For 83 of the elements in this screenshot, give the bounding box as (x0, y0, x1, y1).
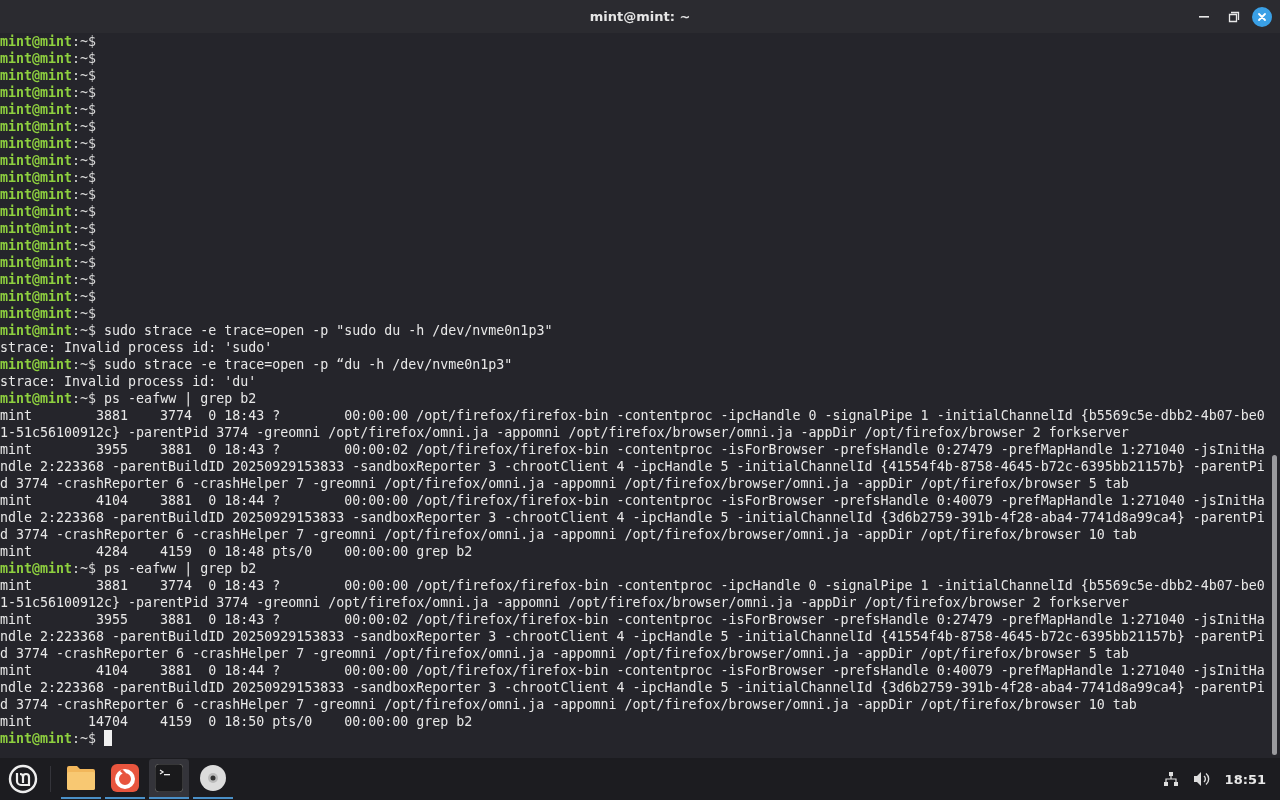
prompt-path: :~$ (72, 391, 97, 406)
prompt-user: mint@mint (0, 306, 73, 321)
prompt-path: :~$ (72, 221, 97, 236)
prompt-user: mint@mint (0, 102, 73, 117)
maximize-icon (1228, 10, 1240, 23)
prompt-user: mint@mint (0, 221, 73, 236)
network-icon[interactable] (1162, 771, 1179, 787)
browser-icon (111, 764, 139, 792)
prompt-path: :~$ (72, 357, 97, 372)
prompt-path: :~$ (72, 323, 97, 338)
prompt-path: :~$ (72, 170, 97, 185)
output-line: 1-51c56100912c} -parentPid 3774 -greomni /opt/firefox/omni.ja -appomni /opt/firefox/browser/omni.ja -appDir /opt/firefox/browser 2 forkserver (0, 425, 1129, 440)
output-line: d 3774 -crashReporter 6 -crashHelper 7 -greomni /opt/firefox/omni.ja -appomni /opt/firefox/browser/omni.ja -appDir /opt/firefox/browser 5 tab (0, 646, 1129, 661)
volume-icon[interactable] (1192, 771, 1211, 787)
command-text: ps -eafww | grep b2 (104, 561, 257, 576)
output-line: mint 3881 3774 0 18:43 ? 00:00:00 /opt/firefox/firefox-bin -contentproc -ipcHandle 0 -signalPipe 1 -initialChannelId {b5569c5e-dbb2-4b07-be0 (0, 408, 1265, 423)
terminal-area[interactable] (0, 33, 1280, 758)
prompt-path: :~$ (72, 731, 97, 746)
prompt-path: :~$ (72, 153, 97, 168)
prompt-path: :~$ (72, 187, 97, 202)
output-line: ndle 2:223368 -parentBuildID 20250929153833 -sandboxReporter 3 -chrootClient 4 -ipcHandle 5 -initialChannelId {3d6b2759-391b-4f28-aba4-7741d8a99ca4} -parentPi (0, 680, 1265, 695)
prompt-path: :~$ (72, 272, 97, 287)
output-line: ndle 2:223368 -parentBuildID 20250929153833 -sandboxReporter 3 -chrootClient 4 -ipcHandle 5 -initialChannelId {41554f4b-8758-4645-b72c-6395bb21157b} -parentPi (0, 459, 1265, 474)
prompt-path: :~$ (72, 85, 97, 100)
output-line: d 3774 -crashReporter 6 -crashHelper 7 -greomni /opt/firefox/omni.ja -appomni /opt/firefox/browser/omni.ja -appDir /opt/firefox/browser 10 tab (0, 527, 1137, 542)
prompt-user: mint@mint (0, 323, 73, 338)
prompt-user: mint@mint (0, 561, 73, 576)
prompt-user: mint@mint (0, 153, 73, 168)
prompt-user: mint@mint (0, 731, 73, 746)
prompt-path: :~$ (72, 34, 97, 49)
close-button[interactable] (1252, 6, 1272, 27)
prompt-path: :~$ (72, 306, 97, 321)
output-line: strace: Invalid process id: 'du' (0, 374, 257, 389)
logo-icon (7, 763, 39, 795)
prompt-path: :~$ (72, 102, 97, 117)
prompt-path: :~$ (72, 289, 97, 304)
prompt-user: mint@mint (0, 34, 73, 49)
prompt-user: mint@mint (0, 119, 73, 134)
prompt-user: mint@mint (0, 272, 73, 287)
output-line: mint 3955 3881 0 18:43 ? 00:00:02 /opt/firefox/firefox-bin -contentproc -isForBrowser -prefsHandle 0:27479 -prefMapHandle 1:271040 -jsInitHa (0, 612, 1265, 627)
prompt-user: mint@mint (0, 238, 73, 253)
prompt-user: mint@mint (0, 187, 73, 202)
terminal-icon (155, 764, 183, 792)
output-line: mint 3955 3881 0 18:43 ? 00:00:02 /opt/firefox/firefox-bin -contentproc -isForBrowser -prefsHandle 0:27479 -prefMapHandle 1:271040 -jsInitHa (0, 442, 1265, 457)
folder-icon (66, 765, 96, 791)
prompt-path: :~$ (72, 119, 97, 134)
prompt-user: mint@mint (0, 255, 73, 270)
minimize-icon (1199, 15, 1209, 18)
prompt-path: :~$ (72, 238, 97, 253)
prompt-user: mint@mint (0, 391, 73, 406)
command-text: sudo strace -e trace=open -p "sudo du -h /dev/nvme0n1p3" (104, 323, 553, 338)
prompt-user: mint@mint (0, 51, 73, 66)
command-text: sudo strace -e trace=open -p “du -h /dev/nvme0n1p3" (104, 357, 513, 372)
prompt-user: mint@mint (0, 68, 73, 83)
prompt-path: :~$ (72, 204, 97, 219)
prompt-user: mint@mint (0, 289, 73, 304)
prompt-user: mint@mint (0, 357, 73, 372)
prompt-path: :~$ (72, 51, 97, 66)
output-line: mint 4104 3881 0 18:44 ? 00:00:00 /opt/firefox/firefox-bin -contentproc -isForBrowser -prefsHandle 0:40079 -prefMapHandle 1:271040 -jsInitHa (0, 663, 1265, 678)
output-line: mint 4284 4159 0 18:48 pts/0 00:00:00 grep b2 (0, 544, 473, 559)
clock[interactable]: 18:51 (1224, 771, 1266, 787)
output-line: mint 4104 3881 0 18:44 ? 00:00:00 /opt/firefox/firefox-bin -contentproc -isForBrowser -prefsHandle 0:40079 -prefMapHandle 1:271040 -jsInitHa (0, 493, 1265, 508)
output-line: 1-51c56100912c} -parentPid 3774 -greomni /opt/firefox/omni.ja -appomni /opt/firefox/browser/omni.ja -appDir /opt/firefox/browser 2 forkserver (0, 595, 1129, 610)
disc-icon (199, 764, 227, 792)
output-line: d 3774 -crashReporter 6 -crashHelper 7 -greomni /opt/firefox/omni.ja -appomni /opt/firefox/browser/omni.ja -appDir /opt/firefox/browser 10 tab (0, 697, 1137, 712)
prompt-path: :~$ (72, 136, 97, 151)
close-icon (1257, 11, 1267, 22)
window-title: mint@mint: ~ (589, 9, 691, 24)
prompt-user: mint@mint (0, 204, 73, 219)
command-text: ps -eafww | grep b2 (104, 391, 257, 406)
prompt-user: mint@mint (0, 170, 73, 185)
output-line: strace: Invalid process id: 'sudo' (0, 340, 273, 355)
prompt-path: :~$ (72, 255, 97, 270)
output-line: ndle 2:223368 -parentBuildID 20250929153833 -sandboxReporter 3 -chrootClient 4 -ipcHandle 5 -initialChannelId {41554f4b-8758-4645-b72c-6395bb21157b} -parentPi (0, 629, 1265, 644)
output-line: mint 14704 4159 0 18:50 pts/0 00:00:00 grep b2 (0, 714, 473, 729)
prompt-path: :~$ (72, 561, 97, 576)
prompt-path: :~$ (72, 68, 97, 83)
prompt-user: mint@mint (0, 136, 73, 151)
output-line: ndle 2:223368 -parentBuildID 20250929153833 -sandboxReporter 3 -chrootClient 4 -ipcHandle 5 -initialChannelId {3d6b2759-391b-4f28-aba4-7741d8a99ca4} -parentPi (0, 510, 1265, 525)
prompt-user: mint@mint (0, 85, 73, 100)
scrollbar-thumb[interactable] (1272, 455, 1277, 755)
output-line: d 3774 -crashReporter 6 -crashHelper 7 -greomni /opt/firefox/omni.ja -appomni /opt/firefox/browser/omni.ja -appDir /opt/firefox/browser 5 tab (0, 476, 1129, 491)
output-line: mint 3881 3774 0 18:43 ? 00:00:00 /opt/firefox/firefox-bin -contentproc -ipcHandle 0 -signalPipe 1 -initialChannelId {b5569c5e-dbb2-4b07-be0 (0, 578, 1265, 593)
